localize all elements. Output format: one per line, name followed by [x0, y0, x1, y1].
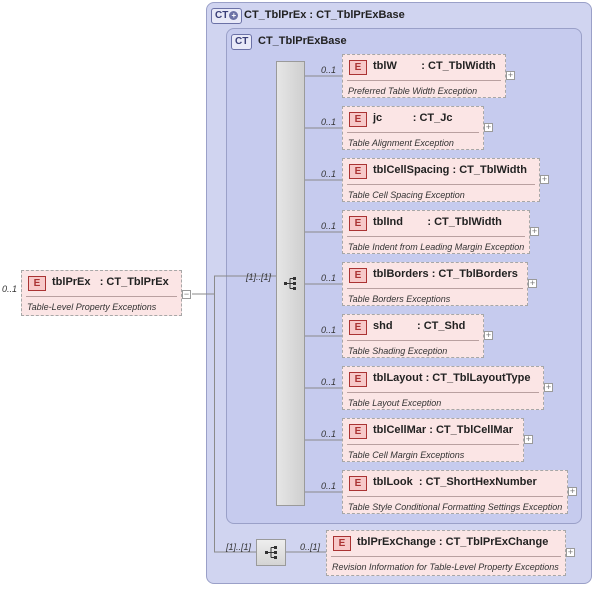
element-badge: E [349, 112, 367, 127]
element-tblCellSpacing[interactable]: EtblCellSpacing : CT_TblWidth Table Cell … [342, 158, 540, 202]
child-cardinality: 0..1 [321, 273, 337, 283]
element-badge: E [28, 276, 46, 291]
element-name: tblW : CT_TblWidth [373, 60, 496, 72]
sequence-cardinality: [1]..[1] [246, 272, 272, 282]
collapse-icon[interactable]: − [182, 290, 191, 299]
element-shd[interactable]: Eshd : CT_Shd Table Shading Exception [342, 314, 484, 358]
element-name: tblLook : CT_ShortHexNumber [373, 476, 537, 488]
element-description: Table Alignment Exception [348, 138, 454, 148]
element-description: Table Shading Exception [348, 346, 448, 356]
element-separator [347, 444, 519, 445]
element-separator [347, 288, 523, 289]
element-description: Table Layout Exception [348, 398, 442, 408]
element-tblInd[interactable]: EtblInd : CT_TblWidth Table Indent from L… [342, 210, 530, 254]
child-cardinality: 0..1 [321, 325, 337, 335]
element-separator [347, 184, 535, 185]
child-cardinality: 0..1 [321, 117, 337, 127]
element-tblLook[interactable]: EtblLook : CT_ShortHexNumber Table Style … [342, 470, 568, 514]
element-description: Revision Information for Table-Level Pro… [332, 562, 559, 572]
element-separator [331, 556, 561, 557]
element-description: Preferred Table Width Exception [348, 86, 478, 96]
element-separator [347, 80, 501, 81]
element-tblPrExChange[interactable]: E tblPrExChange : CT_TblPrExChange Revis… [326, 530, 566, 576]
element-badge: E [349, 216, 367, 231]
element-description: Table Indent from Leading Margin Excepti… [348, 242, 525, 252]
element-separator [347, 340, 479, 341]
element-separator [347, 132, 479, 133]
element-description: Table Style Conditional Formatting Setti… [348, 502, 563, 512]
expand-icon[interactable]: + [528, 279, 537, 288]
sequence-icon [284, 277, 296, 290]
element-name: tblBorders : CT_TblBorders [373, 268, 518, 280]
element-separator [26, 296, 177, 297]
element-name: tblCellSpacing : CT_TblWidth [373, 164, 527, 176]
element-tblW[interactable]: EtblW : CT_TblWidth Preferred Table Width… [342, 54, 506, 98]
element-tblLayout[interactable]: EtblLayout : CT_TblLayoutType Table Layou… [342, 366, 544, 410]
element-description: Table Cell Margin Exceptions [348, 450, 465, 460]
element-name: shd : CT_Shd [373, 320, 466, 332]
element-name: tblLayout : CT_TblLayoutType [373, 372, 531, 384]
sequence-icon [265, 546, 277, 559]
expand-icon[interactable]: + [530, 227, 539, 236]
child-cardinality: 0..1 [321, 377, 337, 387]
expand-icon[interactable]: + [566, 548, 575, 557]
expand-icon[interactable]: + [524, 435, 533, 444]
root-cardinality: 0..1 [2, 284, 18, 294]
change-element-cardinality: 0..[1] [300, 542, 321, 552]
element-separator [347, 496, 563, 497]
expand-icon[interactable]: + [568, 487, 577, 496]
child-cardinality: 0..1 [321, 481, 337, 491]
element-description: Table-Level Property Exceptions [27, 302, 157, 312]
element-name: tblPrExChange : CT_TblPrExChange [357, 536, 549, 548]
element-jc[interactable]: Ejc : CT_Jc Table Alignment Exception [342, 106, 484, 150]
expand-icon[interactable]: + [484, 123, 493, 132]
expand-icon[interactable]: + [484, 331, 493, 340]
child-cardinality: 0..1 [321, 169, 337, 179]
element-description: Table Cell Spacing Exception [348, 190, 465, 200]
element-badge: E [333, 536, 351, 551]
element-name: tblInd : CT_TblWidth [373, 216, 502, 228]
element-name: tblPrEx : CT_TblPrEx [52, 276, 169, 288]
expand-icon[interactable]: + [540, 175, 549, 184]
child-cardinality: 0..1 [321, 429, 337, 439]
element-tblBorders[interactable]: EtblBorders : CT_TblBorders Table Borders… [342, 262, 528, 306]
root-element-tblPrEx[interactable]: E tblPrEx : CT_TblPrEx Table-Level Prope… [21, 270, 182, 316]
expand-icon[interactable]: + [544, 383, 553, 392]
change-sequence-cardinality: [1]..[1] [226, 542, 252, 552]
element-name: tblCellMar : CT_TblCellMar [373, 424, 513, 436]
child-cardinality: 0..1 [321, 221, 337, 231]
element-name: jc : CT_Jc [373, 112, 453, 124]
expand-icon[interactable]: + [506, 71, 515, 80]
element-badge: E [349, 268, 367, 283]
element-separator [347, 236, 525, 237]
element-badge: E [349, 476, 367, 491]
element-badge: E [349, 60, 367, 75]
element-badge: E [349, 320, 367, 335]
element-description: Table Borders Exceptions [348, 294, 451, 304]
element-separator [347, 392, 539, 393]
element-badge: E [349, 424, 367, 439]
child-cardinality: 0..1 [321, 65, 337, 75]
element-badge: E [349, 372, 367, 387]
element-tblCellMar[interactable]: EtblCellMar : CT_TblCellMar Table Cell Ma… [342, 418, 524, 462]
element-badge: E [349, 164, 367, 179]
